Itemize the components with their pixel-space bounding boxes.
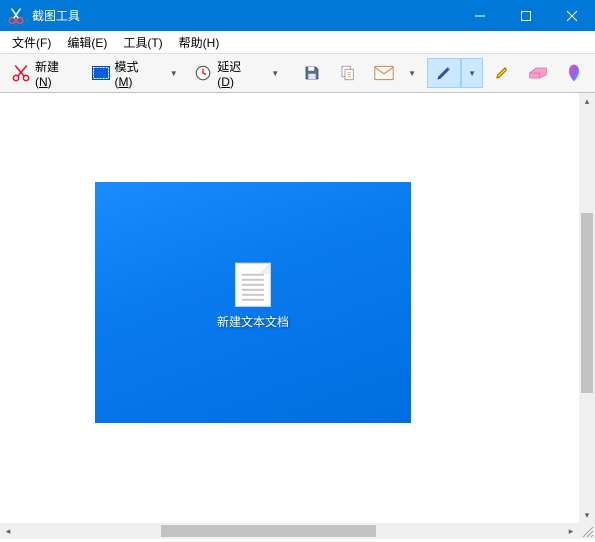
mode-button[interactable]: 模式(M) [84, 58, 163, 88]
pen-icon [434, 63, 454, 83]
menu-edit[interactable]: 编辑(E) [59, 32, 115, 53]
scissors-icon [11, 63, 31, 83]
screenshot-image: 新建文本文档 [95, 182, 411, 423]
chevron-down-icon: ▼ [269, 69, 281, 78]
copy-icon [338, 63, 358, 83]
delay-dropdown[interactable]: ▼ [264, 58, 286, 88]
content-area: 新建文本文档 ▴ ▾ [0, 93, 595, 523]
scroll-left-icon[interactable]: ◂ [0, 523, 16, 539]
desktop-file: 新建文本文档 [217, 262, 289, 329]
vscroll-thumb[interactable] [581, 213, 593, 393]
save-button[interactable] [295, 58, 329, 88]
delay-label: 延迟(D) [217, 58, 257, 89]
mode-label: 模式(M) [114, 58, 155, 89]
highlighter-button[interactable] [485, 58, 519, 88]
scroll-right-icon[interactable]: ▸ [563, 523, 579, 539]
minimize-button[interactable] [457, 0, 503, 31]
pen-dropdown[interactable]: ▼ [461, 58, 483, 88]
menu-file[interactable]: 文件(F) [4, 32, 59, 53]
delay-button[interactable]: 延迟(D) [187, 58, 265, 88]
new-label: 新建(N) [35, 58, 75, 89]
paint3d-icon [564, 63, 584, 83]
menubar: 文件(F) 编辑(E) 工具(T) 帮助(H) [0, 31, 595, 53]
highlighter-icon [492, 63, 512, 83]
toolbar: 新建(N) 模式(M) ▼ 延迟(D) ▼ [0, 53, 595, 93]
close-button[interactable] [549, 0, 595, 31]
menu-tools[interactable]: 工具(T) [115, 32, 170, 53]
horizontal-scrollbar[interactable]: ◂ ▸ [0, 523, 595, 539]
chevron-down-icon: ▼ [168, 69, 180, 78]
email-dropdown[interactable]: ▼ [401, 58, 423, 88]
chevron-down-icon: ▼ [466, 69, 478, 78]
chevron-down-icon: ▼ [406, 69, 418, 78]
save-icon [302, 63, 322, 83]
app-icon [6, 6, 26, 26]
vertical-scrollbar[interactable]: ▴ ▾ [579, 93, 595, 523]
window-title: 截图工具 [32, 7, 457, 24]
hscroll-thumb[interactable] [161, 525, 376, 537]
resize-grip[interactable] [579, 523, 595, 539]
maximize-button[interactable] [503, 0, 549, 31]
clock-icon [194, 63, 214, 83]
new-snip-button[interactable]: 新建(N) [4, 58, 82, 88]
titlebar: 截图工具 [0, 0, 595, 31]
pen-button[interactable] [427, 58, 461, 88]
scroll-down-icon[interactable]: ▾ [579, 507, 595, 523]
paint3d-button[interactable] [557, 58, 591, 88]
eraser-button[interactable] [521, 58, 555, 88]
scroll-up-icon[interactable]: ▴ [579, 93, 595, 109]
eraser-icon [528, 63, 548, 83]
text-document-icon [235, 262, 271, 306]
rectangle-mode-icon [91, 63, 111, 83]
copy-button[interactable] [331, 58, 365, 88]
envelope-icon [374, 63, 394, 83]
file-label: 新建文本文档 [217, 312, 289, 329]
canvas-area[interactable]: 新建文本文档 [0, 93, 579, 523]
window-controls [457, 0, 595, 31]
mode-dropdown[interactable]: ▼ [163, 58, 185, 88]
email-button[interactable] [367, 58, 401, 88]
menu-help[interactable]: 帮助(H) [171, 32, 228, 53]
